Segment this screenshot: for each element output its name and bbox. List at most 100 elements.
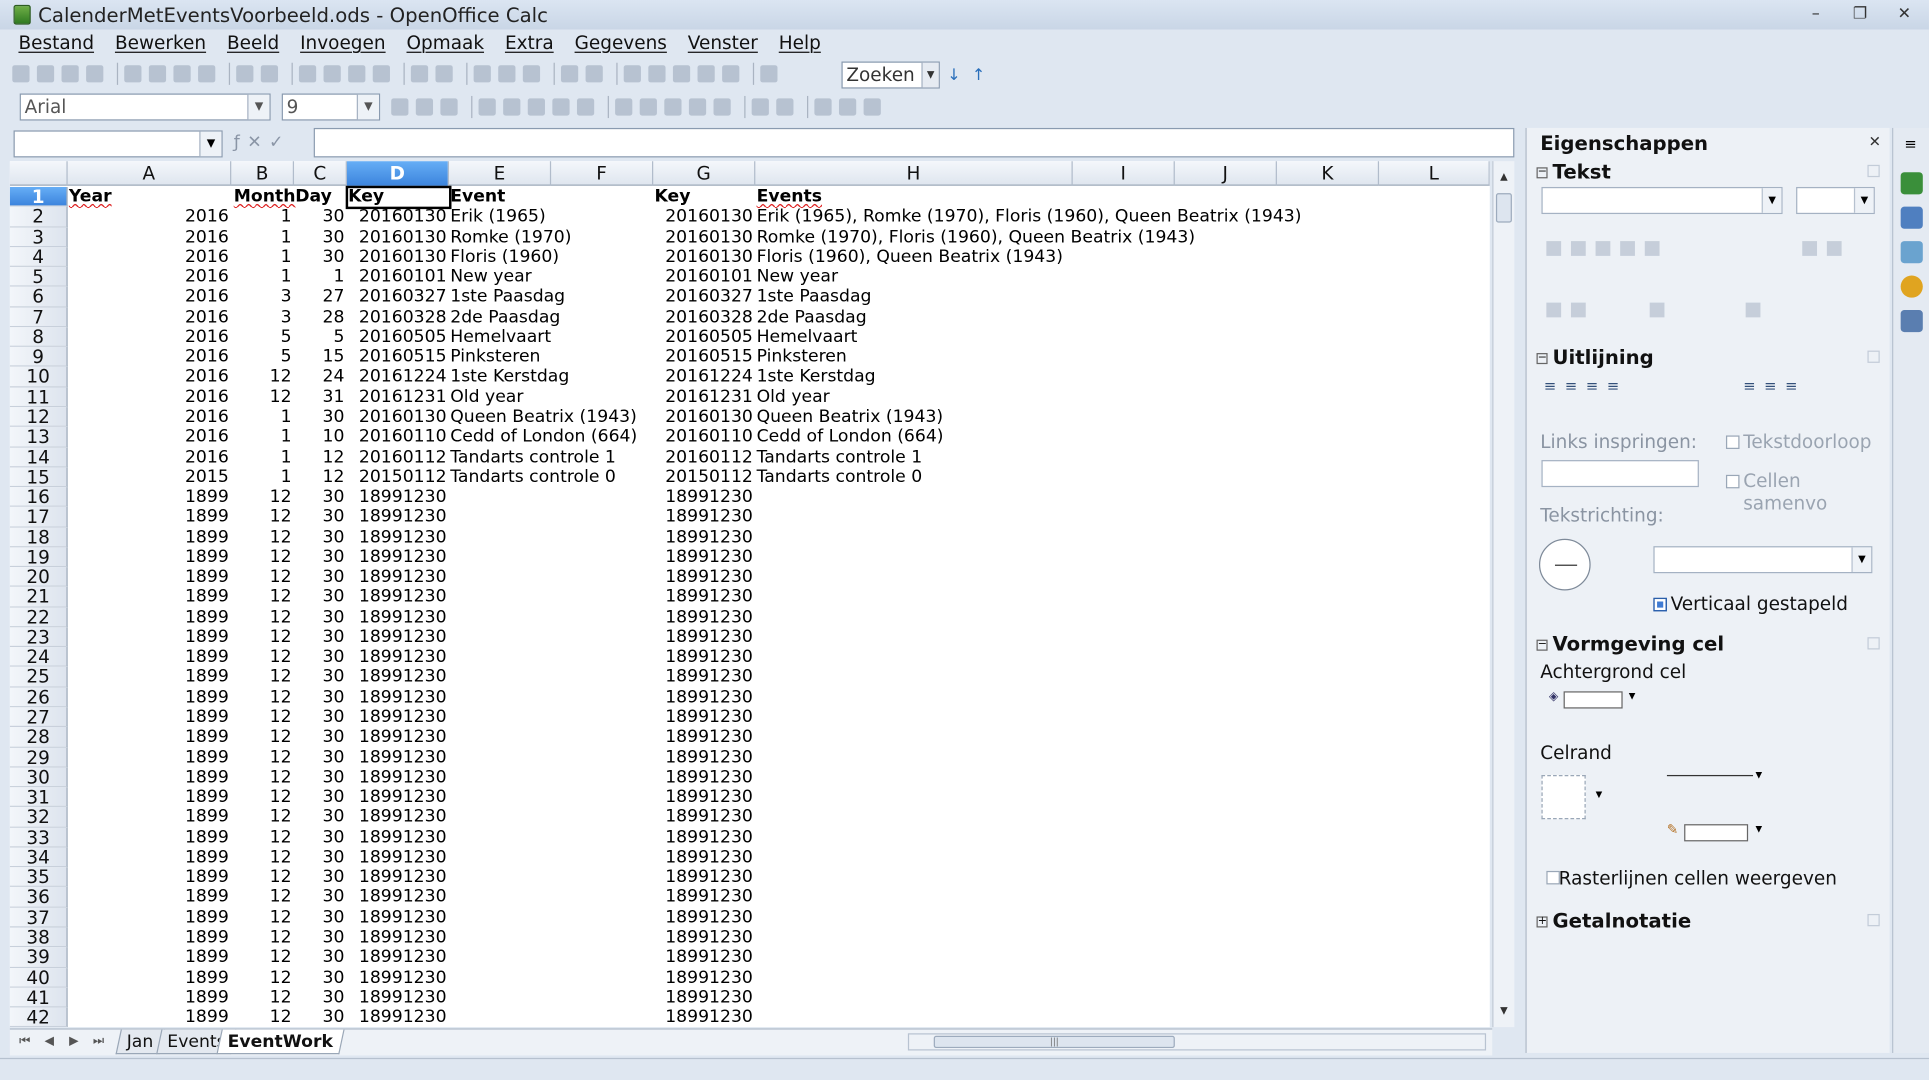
- cell-key[interactable]: 18991230: [348, 627, 449, 647]
- cell-key[interactable]: 20161224: [348, 367, 449, 387]
- percent-icon[interactable]: [639, 98, 657, 116]
- chart-icon[interactable]: [560, 65, 579, 83]
- cell-key[interactable]: 18991230: [348, 907, 449, 927]
- cell-year[interactable]: 1899: [69, 607, 231, 627]
- cell-year[interactable]: 2016: [69, 287, 231, 307]
- vertical-scrollbar[interactable]: ▲ ▼: [1492, 161, 1515, 1028]
- data-sources-icon[interactable]: [697, 65, 715, 83]
- cell-month[interactable]: 12: [233, 627, 295, 647]
- cell-month[interactable]: 12: [233, 367, 295, 387]
- cell-event[interactable]: Erik (1965): [450, 207, 545, 227]
- column-header-b[interactable]: B: [231, 161, 295, 186]
- spellcheck-icon[interactable]: [236, 65, 254, 83]
- row-header[interactable]: 42: [9, 1007, 68, 1028]
- cell-year[interactable]: 1899: [69, 707, 231, 727]
- cell-key-lookup[interactable]: 20161224: [654, 367, 755, 387]
- cell-day[interactable]: 5: [295, 327, 347, 347]
- cell-key-lookup[interactable]: 20160130: [654, 207, 755, 227]
- cell-events[interactable]: Tandarts controle 0: [757, 467, 923, 487]
- cell-day[interactable]: 30: [295, 988, 347, 1008]
- row-header[interactable]: 1: [9, 187, 68, 207]
- row-header[interactable]: 35: [9, 867, 68, 888]
- row-header[interactable]: 39: [9, 947, 68, 968]
- cell-key-lookup[interactable]: 18991230: [654, 907, 755, 927]
- vertical-scroll-thumb[interactable]: [1495, 193, 1512, 223]
- cell-day[interactable]: 30: [295, 867, 347, 887]
- section-getalnotatie-header[interactable]: + Getalnotatie: [1536, 909, 1691, 932]
- cell-year[interactable]: 2016: [69, 427, 231, 447]
- cell-key[interactable]: 20160328: [348, 307, 449, 327]
- cell-key-lookup[interactable]: 18991230: [654, 527, 755, 547]
- cell-year[interactable]: 2015: [69, 467, 231, 487]
- cell-key-lookup[interactable]: 18991230: [654, 988, 755, 1008]
- cell-key[interactable]: 18991230: [348, 547, 449, 567]
- cell-day[interactable]: 30: [295, 567, 347, 587]
- row-header[interactable]: 29: [9, 747, 68, 768]
- sheet-tab-eventwork[interactable]: EventWork: [216, 1029, 345, 1055]
- gallery-deck-icon[interactable]: [1900, 241, 1923, 264]
- restore-button[interactable]: ❐: [1843, 2, 1877, 24]
- cell-year[interactable]: 1899: [69, 527, 231, 547]
- cell-key-lookup[interactable]: 18991230: [654, 567, 755, 587]
- row-header[interactable]: 18: [9, 527, 68, 548]
- cell-year[interactable]: 2016: [69, 447, 231, 467]
- cell-month[interactable]: 5: [233, 327, 295, 347]
- row-header[interactable]: 28: [9, 727, 68, 748]
- cell-key[interactable]: 20160505: [348, 327, 449, 347]
- cell-key[interactable]: 20160130: [348, 207, 449, 227]
- cell-year[interactable]: 1899: [69, 667, 231, 687]
- dropdown-arrow[interactable]: ▼: [1851, 547, 1872, 572]
- cell-key[interactable]: 18991230: [348, 687, 449, 707]
- name-box[interactable]: ▼: [13, 130, 223, 158]
- cell-year[interactable]: 2016: [69, 307, 231, 327]
- row-header[interactable]: 11: [9, 387, 68, 408]
- minimize-button[interactable]: –: [1799, 2, 1833, 24]
- edit-file-icon[interactable]: [124, 65, 142, 83]
- cell-day[interactable]: 30: [295, 907, 347, 927]
- cell-key-lookup[interactable]: 20160130: [654, 247, 755, 267]
- bold-icon[interactable]: [391, 98, 409, 116]
- border-line-style[interactable]: [1666, 774, 1754, 777]
- cell-key[interactable]: 20161231: [348, 387, 449, 407]
- row-header[interactable]: 8: [9, 327, 68, 348]
- autospellcheck-icon[interactable]: [260, 65, 279, 83]
- cell-key[interactable]: 18991230: [348, 967, 449, 987]
- cell-day[interactable]: 30: [295, 507, 347, 527]
- cell-month[interactable]: 12: [233, 727, 295, 747]
- cell-day[interactable]: 15: [295, 347, 347, 367]
- cell-key[interactable]: 20160130: [348, 247, 449, 267]
- cell-year[interactable]: 2016: [69, 407, 231, 427]
- cell-day[interactable]: 12: [295, 447, 347, 467]
- cell-day[interactable]: 30: [295, 787, 347, 807]
- cell-day[interactable]: 30: [295, 947, 347, 967]
- cell-event[interactable]: Old year: [450, 387, 523, 407]
- cell-month[interactable]: 12: [233, 607, 295, 627]
- menu-extra[interactable]: Extra: [505, 32, 554, 54]
- row-header[interactable]: 12: [9, 407, 68, 428]
- cell-key[interactable]: 18991230: [348, 807, 449, 827]
- cell-month[interactable]: 12: [233, 967, 295, 987]
- cell-day[interactable]: 30: [295, 1008, 347, 1028]
- cell-event[interactable]: 2de Paasdag: [450, 307, 560, 327]
- cell-month[interactable]: 12: [233, 747, 295, 767]
- cell-day[interactable]: 30: [295, 407, 347, 427]
- border-color-dropdown-icon[interactable]: ▼: [1755, 824, 1762, 834]
- cell-day[interactable]: 1: [295, 267, 347, 287]
- cell-key[interactable]: 18991230: [348, 767, 449, 787]
- navigator-deck-icon[interactable]: [1900, 275, 1923, 298]
- cell-key[interactable]: 20160130: [348, 227, 449, 247]
- cell-key[interactable]: 20160130: [348, 407, 449, 427]
- cell-year[interactable]: 1899: [69, 587, 231, 607]
- cell-border-preset[interactable]: [1541, 774, 1586, 820]
- background-fill-icon[interactable]: ◈: [1549, 690, 1558, 704]
- italic-icon[interactable]: [1570, 241, 1586, 256]
- more-options-icon[interactable]: [1867, 164, 1880, 178]
- align-right-icon[interactable]: [527, 98, 545, 116]
- cell-year[interactable]: 1899: [69, 887, 231, 907]
- horizontal-scroll-thumb[interactable]: |||: [933, 1035, 1175, 1049]
- cell-year[interactable]: 1899: [69, 967, 231, 987]
- cell-event[interactable]: Queen Beatrix (1943): [450, 407, 637, 427]
- cell-day[interactable]: 30: [295, 247, 347, 267]
- column-header-d[interactable]: D: [346, 161, 450, 186]
- cell-month[interactable]: 12: [233, 547, 295, 567]
